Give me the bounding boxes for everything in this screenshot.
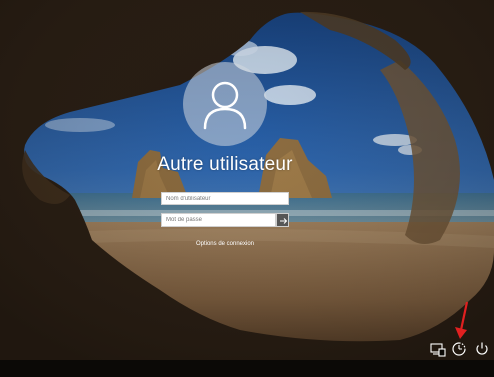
login-panel: Autre utilisateur Options de connexion bbox=[0, 0, 494, 377]
network-icon[interactable] bbox=[429, 340, 447, 358]
arrow-right-icon bbox=[280, 218, 288, 224]
user-avatar-icon bbox=[183, 62, 267, 146]
password-row bbox=[161, 213, 289, 227]
sign-in-options-link[interactable]: Options de connexion bbox=[160, 241, 290, 247]
ease-of-access-icon[interactable] bbox=[450, 340, 468, 358]
power-icon[interactable] bbox=[473, 340, 491, 358]
password-input[interactable] bbox=[161, 213, 276, 227]
red-arrow-annotation bbox=[455, 301, 469, 339]
username-input[interactable] bbox=[161, 192, 289, 205]
username-title: Autre utilisateur bbox=[157, 154, 293, 175]
submit-button[interactable] bbox=[276, 213, 289, 227]
